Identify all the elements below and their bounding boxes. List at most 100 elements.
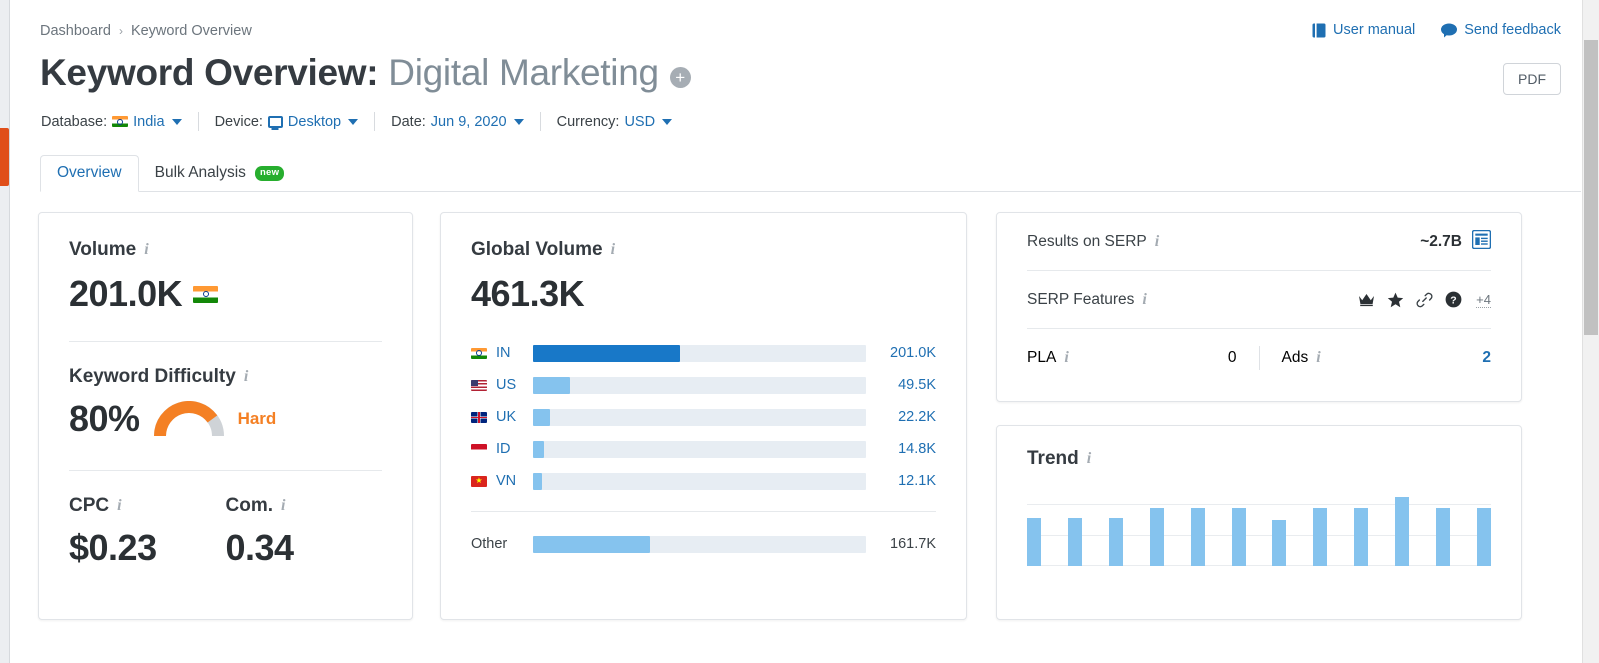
send-feedback-label: Send feedback (1464, 22, 1561, 38)
currency-filter-label: Currency: (556, 113, 620, 130)
ads-value[interactable]: 2 (1482, 349, 1491, 367)
tab-bar: Overview Bulk Analysis new (40, 155, 1581, 192)
global-volume-country-label: IN (496, 345, 511, 361)
breadcrumb: Dashboard › Keyword Overview (40, 23, 252, 39)
tab-overview[interactable]: Overview (40, 155, 139, 192)
comment-icon (1441, 23, 1458, 38)
link-icon[interactable] (1416, 292, 1433, 308)
info-icon[interactable]: i (1155, 233, 1159, 250)
global-volume-card: Global Volume i 461.3K IN 201.0K US 49.5K UK… (440, 212, 967, 620)
chevron-down-icon (171, 118, 182, 125)
info-icon[interactable]: i (1316, 349, 1320, 366)
global-volume-country[interactable]: IN (471, 345, 533, 361)
user-manual-link[interactable]: User manual (1312, 22, 1415, 38)
device-filter-value: Desktop (287, 113, 342, 130)
global-volume-country[interactable]: VN (471, 473, 533, 489)
global-volume-country-label: UK (496, 409, 517, 425)
global-volume-value: 49.5K (898, 377, 936, 393)
user-manual-label: User manual (1333, 22, 1416, 38)
date-filter[interactable]: Date: Jun 9, 2020 (391, 113, 524, 130)
volume-value-row: 201.0K (69, 273, 382, 315)
star-icon[interactable] (1387, 292, 1404, 308)
send-feedback-link[interactable]: Send feedback (1441, 22, 1561, 38)
date-filter-value: Jun 9, 2020 (430, 113, 507, 130)
id-flag-icon (471, 443, 487, 455)
keyword-overview-page: Dashboard › Keyword Overview User manual (0, 0, 1599, 663)
info-icon[interactable]: i (1087, 451, 1091, 467)
global-volume-bar (533, 440, 866, 458)
competition-metric: Com. i 0.34 (226, 495, 383, 569)
volume-section: Volume i 201.0K (39, 213, 412, 315)
tab-bulk-analysis[interactable]: Bulk Analysis new (139, 156, 301, 191)
us-flag-icon (471, 379, 487, 391)
breadcrumb-separator-icon: › (118, 24, 123, 38)
global-volume-value: 12.1K (898, 473, 936, 489)
trend-bar[interactable] (1395, 497, 1410, 566)
serp-features-more[interactable]: +4 (1476, 292, 1491, 308)
device-filter[interactable]: Device: Desktop (215, 114, 359, 130)
trend-card: Trend i (996, 425, 1522, 620)
database-filter[interactable]: Database: India (41, 114, 182, 130)
serp-features-label: SERP Features (1027, 290, 1135, 308)
filter-divider (197, 112, 199, 131)
pdf-export-button[interactable]: PDF (1503, 63, 1561, 95)
trend-bar[interactable] (1272, 519, 1287, 566)
page-title: Keyword Overview: Digital Marketing + (40, 52, 691, 94)
trend-bar[interactable] (1190, 508, 1205, 566)
trend-label: Trend (1027, 448, 1079, 469)
info-icon[interactable]: i (1064, 349, 1068, 366)
svg-text:?: ? (1450, 294, 1456, 306)
date-filter-label: Date: (391, 113, 426, 130)
monitor-icon (267, 115, 283, 128)
competition-label-row: Com. i (226, 495, 383, 517)
global-volume-bar (533, 376, 866, 394)
global-volume-country[interactable]: US (471, 377, 533, 393)
add-keyword-icon[interactable]: + (669, 66, 691, 88)
trend-bar[interactable] (1313, 508, 1328, 566)
database-filter-label: Database: (41, 113, 108, 130)
serp-features-row: SERP Features i ? +4 (997, 271, 1521, 328)
info-icon[interactable]: i (117, 498, 121, 514)
trend-bar[interactable] (1067, 517, 1082, 566)
volume-label: Volume (69, 239, 137, 260)
info-icon[interactable]: i (281, 498, 285, 514)
info-icon[interactable]: i (244, 369, 248, 385)
database-filter-value: India (133, 113, 165, 130)
pla-metric: PLA i 0 (1027, 349, 1237, 367)
results-on-serp-label: Results on SERP (1027, 232, 1147, 250)
trend-bar[interactable] (1231, 508, 1246, 566)
trend-bar[interactable] (1436, 508, 1451, 566)
question-circle-icon[interactable]: ? (1445, 291, 1462, 308)
scrollbar-thumb[interactable] (1584, 40, 1598, 335)
chevron-down-icon (513, 118, 524, 125)
vertical-scrollbar[interactable] (1582, 0, 1599, 663)
info-icon[interactable]: i (611, 242, 615, 258)
global-volume-other-label: Other (471, 536, 508, 552)
trend-chart (1027, 488, 1491, 566)
left-rail-accent-tab[interactable] (0, 128, 9, 186)
crown-icon[interactable] (1358, 292, 1375, 307)
currency-filter[interactable]: Currency: USD (556, 113, 673, 130)
breadcrumb-item-keyword-overview[interactable]: Keyword Overview (131, 23, 252, 39)
global-volume-country-list: IN 201.0K US 49.5K UK 22.2K ID 14.8K VN 12.1K (471, 337, 936, 497)
trend-bar[interactable] (1027, 517, 1041, 566)
trend-bar[interactable] (1149, 508, 1164, 566)
trend-bar[interactable] (1108, 517, 1123, 566)
difficulty-gauge-icon (153, 401, 224, 437)
global-volume-value: 14.8K (898, 441, 936, 457)
global-volume-country[interactable]: UK (471, 409, 533, 425)
cpc-label-row: CPC i (69, 495, 226, 517)
trend-bar[interactable] (1354, 508, 1369, 566)
pla-label: PLA (1027, 348, 1057, 366)
global-volume-row: ID 14.8K (471, 433, 936, 465)
global-volume-country[interactable]: ID (471, 441, 533, 457)
ads-metric: Ads i 2 (1282, 349, 1492, 367)
info-icon[interactable]: i (144, 242, 148, 258)
trend-bar[interactable] (1476, 508, 1491, 566)
info-icon[interactable]: i (1142, 291, 1146, 308)
global-volume-bar (533, 408, 866, 426)
trend-label-row: Trend i (1027, 448, 1491, 470)
left-rail (0, 0, 10, 663)
breadcrumb-item-dashboard[interactable]: Dashboard (40, 23, 111, 39)
serp-results-document-icon[interactable] (1471, 229, 1492, 254)
